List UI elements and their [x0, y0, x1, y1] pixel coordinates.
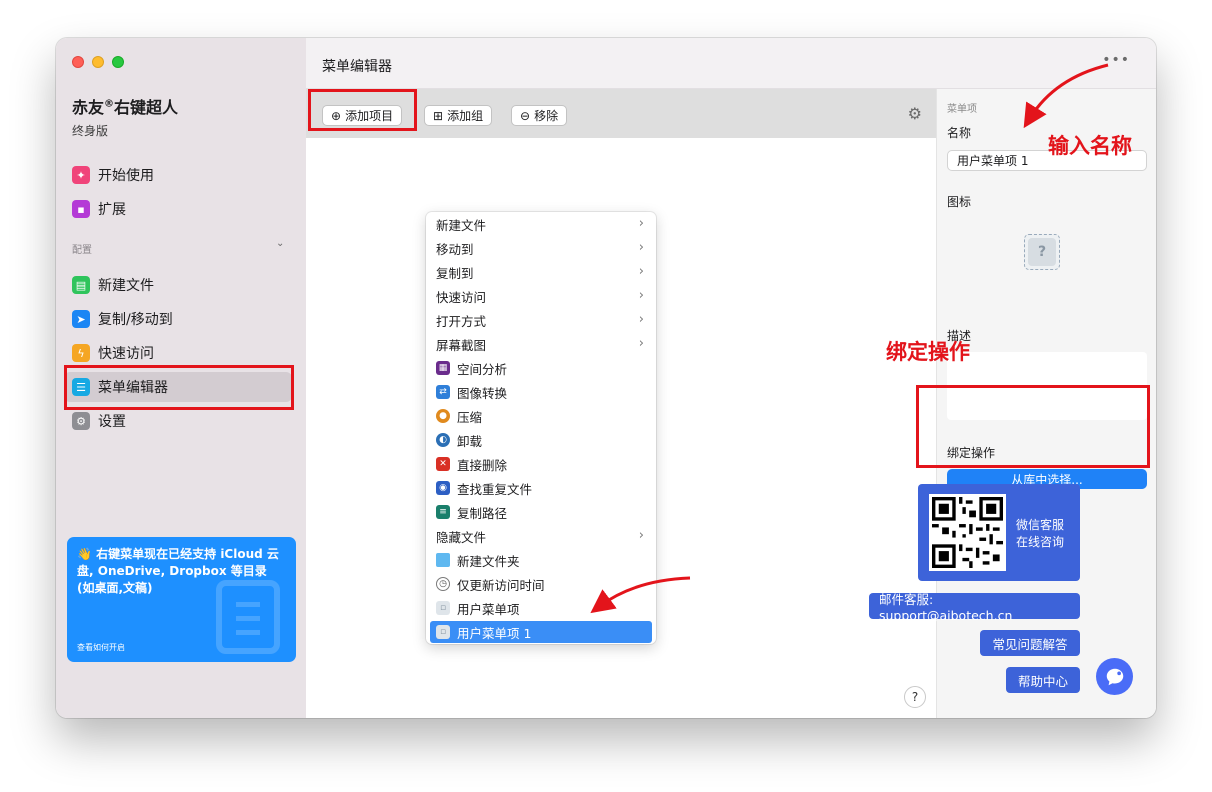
chevron-right-icon: › — [638, 336, 644, 351]
menu-item-user-item[interactable]: ▫ 用户菜单项 — [430, 597, 652, 619]
puzzle-icon: ▪ — [72, 200, 90, 218]
menu-item-new-folder[interactable]: 新建文件夹 — [430, 549, 652, 571]
delete-icon: ✕ — [436, 457, 450, 471]
uninstall-icon: ◐ — [436, 433, 450, 447]
menu-item-find-duplicates[interactable]: ◉ 查找重复文件 — [430, 477, 652, 499]
menu-item-quick-access[interactable]: 快速访问 › — [430, 285, 652, 307]
wechat-support-subtitle: 在线咨询 — [1016, 535, 1065, 549]
app-title: 赤友®右键超人 — [72, 98, 179, 117]
title-bar: 菜单编辑器 ••• — [306, 38, 1156, 89]
menu-item-image-convert[interactable]: ⇄ 图像转换 — [430, 381, 652, 403]
bolt-icon: ϟ — [72, 344, 90, 362]
chevron-right-icon: › — [638, 528, 644, 543]
minus-circle-icon: ⊖ — [520, 108, 531, 123]
menu-item-user-item-1[interactable]: ▫ 用户菜单项 1 — [430, 621, 652, 643]
wave-emoji: 👋 — [77, 547, 92, 561]
context-menu-preview: 新建文件 › 移动到 › 复制到 › 快速访问 › 打开方式 › 屏幕截图 › ▦ 空间分析 … — [426, 212, 656, 644]
close-window-button[interactable] — [72, 56, 84, 68]
highlight-add-item — [308, 89, 417, 131]
sidebar-item-extensions[interactable]: ▪ 扩展 — [64, 194, 292, 224]
generic-file-icon: ▫ — [436, 601, 450, 615]
menu-item-delete[interactable]: ✕ 直接删除 — [430, 453, 652, 475]
menu-item-disk-analysis[interactable]: ▦ 空间分析 — [430, 357, 652, 379]
clock-icon: ◷ — [436, 577, 450, 591]
chat-icon — [1106, 668, 1123, 685]
menu-item-screenshot[interactable]: 屏幕截图 › — [430, 333, 652, 355]
page-title: 菜单编辑器 — [322, 59, 392, 75]
sidebar-item-settings[interactable]: ⚙ 设置 — [64, 406, 292, 436]
icon-picker[interactable]: ? — [1024, 234, 1060, 270]
window-controls — [72, 56, 124, 68]
help-center-button[interactable]: 帮助中心 — [1006, 667, 1080, 693]
promo-text: 右键菜单现在已经支持 iCloud 云盘, OneDrive, Dropbox … — [77, 547, 279, 595]
menu-item-new-file[interactable]: 新建文件 › — [430, 213, 652, 235]
sidebar-item-quick-access[interactable]: ϟ 快速访问 — [64, 338, 292, 368]
chevron-down-icon[interactable]: ⌄ — [276, 238, 284, 249]
chevron-right-icon: › — [638, 312, 644, 327]
chat-button[interactable] — [1096, 658, 1133, 695]
send-icon: ➤ — [72, 310, 90, 328]
toolbar-gear-icon[interactable]: ⚙ — [908, 104, 922, 123]
more-options-icon[interactable]: ••• — [1102, 52, 1130, 68]
menu-item-copy-to[interactable]: 复制到 › — [430, 261, 652, 283]
remove-button[interactable]: ⊖ 移除 — [511, 105, 568, 126]
promo-banner[interactable]: 👋 右键菜单现在已经支持 iCloud 云盘, OneDrive, Dropbo… — [67, 537, 296, 662]
minimize-window-button[interactable] — [92, 56, 104, 68]
menu-item-move-to[interactable]: 移动到 › — [430, 237, 652, 259]
menu-item-uninstall[interactable]: ◐ 卸载 — [430, 429, 652, 451]
image-convert-icon: ⇄ — [436, 385, 450, 399]
zoom-window-button[interactable] — [112, 56, 124, 68]
wechat-support-title: 微信客服 — [1016, 518, 1065, 532]
gear-icon: ⚙ — [72, 412, 90, 430]
question-icon: ? — [1028, 238, 1056, 266]
copy-path-icon: ≡ — [436, 505, 450, 519]
archive-icon: ● — [436, 409, 450, 423]
add-group-icon: ⊞ — [433, 108, 444, 123]
faq-button[interactable]: 常见问题解答 — [980, 630, 1080, 656]
sidebar-item-new-file[interactable]: ▤ 新建文件 — [64, 270, 292, 300]
promo-link[interactable]: 查看如何开启 — [77, 642, 125, 653]
section-label-config: 配置 — [72, 245, 92, 256]
annotation-enter-name: 输入名称 — [1048, 134, 1132, 158]
bulb-icon: ✦ — [72, 166, 90, 184]
sidebar-item-copy-move[interactable]: ➤ 复制/移动到 — [64, 304, 292, 334]
chevron-right-icon: › — [638, 216, 644, 231]
menu-item-compress[interactable]: ● 压缩 — [430, 405, 652, 427]
name-label: 名称 — [947, 126, 972, 140]
chevron-right-icon: › — [638, 288, 644, 303]
email-support-button[interactable]: 邮件客服: support@aibotech.cn — [869, 592, 1080, 623]
qr-code-icon — [929, 494, 1006, 571]
inspector-section-label: 菜单项 — [947, 104, 977, 115]
add-group-button[interactable]: ⊞ 添加组 — [424, 105, 493, 126]
help-question-button[interactable]: ? — [904, 686, 926, 708]
highlight-bind-action — [916, 385, 1150, 468]
highlight-menu-editor — [64, 365, 294, 410]
chevron-right-icon: › — [638, 240, 644, 255]
generic-file-icon: ▫ — [436, 625, 450, 639]
annotation-bind-action: 绑定操作 — [886, 340, 970, 364]
disk-analyzer-icon: ▦ — [436, 361, 450, 375]
menu-item-hidden-files[interactable]: 隐藏文件 › — [430, 525, 652, 547]
new-file-icon: ▤ — [72, 276, 90, 294]
duplicate-finder-icon: ◉ — [436, 481, 450, 495]
menu-item-copy-path[interactable]: ≡ 复制路径 — [430, 501, 652, 523]
icon-label: 图标 — [947, 195, 972, 209]
wechat-support-card[interactable]: 微信客服 在线咨询 — [918, 484, 1080, 581]
folder-icon — [436, 553, 450, 567]
app-edition: 终身版 — [72, 124, 109, 138]
chevron-right-icon: › — [638, 264, 644, 279]
menu-item-open-with[interactable]: 打开方式 › — [430, 309, 652, 331]
sidebar-item-getting-started[interactable]: ✦ 开始使用 — [64, 160, 292, 190]
menu-item-touch[interactable]: ◷ 仅更新访问时间 — [430, 573, 652, 595]
